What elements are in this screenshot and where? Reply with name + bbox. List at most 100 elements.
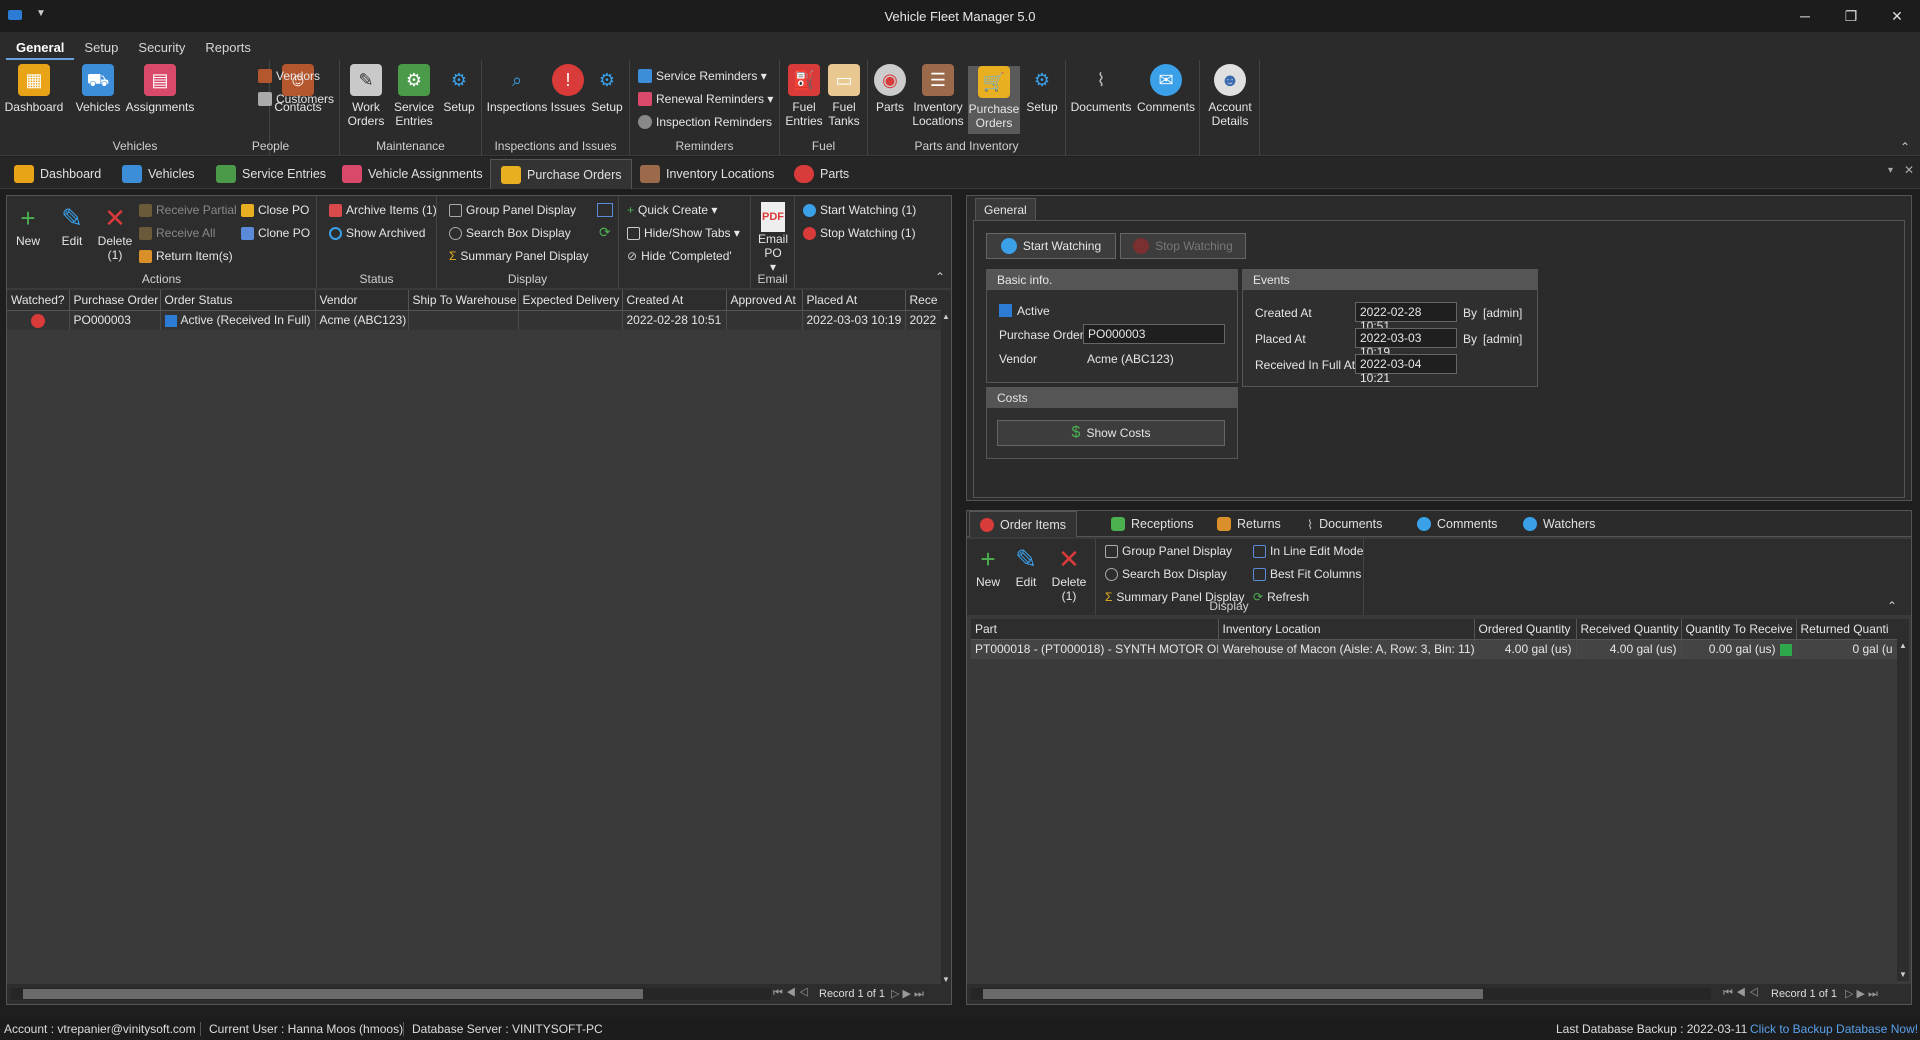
comments-button[interactable]: ✉ Comments bbox=[1134, 64, 1198, 114]
dashboard-button[interactable]: ▦ Dashboard bbox=[4, 64, 64, 114]
ribbon-tab-reports[interactable]: Reports bbox=[195, 32, 261, 60]
items-horizontal-scrollbar[interactable] bbox=[971, 988, 1711, 1000]
placed-at-field[interactable]: 2022-03-03 10:19 bbox=[1355, 328, 1457, 359]
edit-item-button[interactable]: ✎ Edit bbox=[1011, 543, 1041, 589]
tab-documents[interactable]: ⌇ Documents bbox=[1297, 511, 1392, 537]
service-reminders-button[interactable]: Service Reminders ▾ bbox=[638, 69, 767, 83]
col-quantity-to-receive[interactable]: Quantity To Receive bbox=[1681, 619, 1797, 640]
stop-watching-button[interactable]: Stop Watching bbox=[1120, 233, 1246, 259]
show-archived-button[interactable]: Show Archived bbox=[329, 226, 425, 240]
tab-returns[interactable]: Returns bbox=[1207, 511, 1291, 537]
work-orders-button[interactable]: ✎ Work Orders bbox=[344, 64, 388, 128]
record-nav-icons[interactable]: ⏮ ◀ ◁ bbox=[1723, 987, 1759, 1000]
col-placed-at[interactable]: Placed At bbox=[802, 290, 906, 311]
inspections-setup-button[interactable]: ⚙ Setup bbox=[588, 64, 626, 114]
received-at-field[interactable]: 2022-03-04 10:21 bbox=[1355, 354, 1457, 385]
vehicles-button[interactable]: ⛟ Vehicles bbox=[72, 64, 124, 114]
quick-create-button[interactable]: + Quick Create ▾ bbox=[627, 203, 717, 217]
tab-general[interactable]: General bbox=[975, 198, 1036, 220]
scroll-up-icon[interactable]: ▲ bbox=[1899, 641, 1907, 650]
best-fit-columns-button[interactable]: Best Fit Columns bbox=[1253, 567, 1361, 581]
fuel-tanks-button[interactable]: ▭ Fuel Tanks bbox=[824, 64, 864, 128]
purchase-orders-button[interactable]: 🛒 Purchase Orders bbox=[968, 66, 1020, 134]
created-by-link[interactable]: [admin] bbox=[1483, 306, 1522, 320]
tab-receptions[interactable]: Receptions bbox=[1101, 511, 1204, 537]
doc-tab-parts[interactable]: Parts bbox=[784, 159, 859, 189]
inspections-button[interactable]: ⌕ Inspections bbox=[486, 64, 548, 114]
col-purchase-order[interactable]: Purchase Order bbox=[69, 290, 161, 311]
col-received[interactable]: Rece bbox=[905, 290, 942, 311]
issues-button[interactable]: ! Issues bbox=[548, 64, 588, 114]
scroll-up-icon[interactable]: ▲ bbox=[942, 312, 950, 321]
vendors-button[interactable]: Vendors bbox=[258, 69, 320, 83]
start-watching-button[interactable]: Start Watching bbox=[986, 233, 1116, 259]
assignments-button[interactable]: ▤ Assignments bbox=[126, 64, 194, 114]
quick-access-dropdown-icon[interactable]: ▼ bbox=[36, 8, 46, 19]
email-po-button[interactable]: PDF Email PO ▾ bbox=[755, 202, 791, 274]
hide-completed-button[interactable]: ⊘ Hide 'Completed' bbox=[627, 249, 732, 263]
minimize-icon[interactable]: ─ bbox=[1782, 0, 1828, 32]
tab-list-dropdown-icon[interactable]: ▾ bbox=[1888, 165, 1893, 176]
inventory-locations-button[interactable]: ☰ Inventory Locations bbox=[910, 64, 966, 128]
refresh-icon[interactable]: ⟳ bbox=[599, 224, 611, 241]
receive-partial-button[interactable]: Receive Partial bbox=[139, 203, 237, 217]
col-expected-delivery[interactable]: Expected Delivery bbox=[518, 290, 623, 311]
return-items-button[interactable]: Return Item(s) bbox=[139, 249, 233, 263]
service-entries-button[interactable]: ⚙ Service Entries bbox=[390, 64, 438, 128]
col-returned-quantity[interactable]: Returned Quanti bbox=[1796, 619, 1898, 640]
col-approved-at[interactable]: Approved At bbox=[726, 290, 803, 311]
doc-tab-dashboard[interactable]: Dashboard bbox=[4, 159, 111, 189]
clone-po-button[interactable]: Clone PO bbox=[241, 226, 310, 240]
new-item-button[interactable]: + New bbox=[973, 543, 1003, 589]
parts-setup-button[interactable]: ⚙ Setup bbox=[1022, 64, 1062, 114]
close-po-button[interactable]: Close PO bbox=[241, 203, 309, 217]
scroll-thumb[interactable] bbox=[983, 989, 1483, 999]
doc-tab-vehicle-assignments[interactable]: Vehicle Assignments bbox=[332, 159, 493, 189]
vendor-link[interactable]: Acme (ABC123) bbox=[1087, 352, 1174, 366]
col-created-at[interactable]: Created At bbox=[622, 290, 727, 311]
summary-panel-display-button[interactable]: Σ Summary Panel Display bbox=[449, 249, 588, 263]
placed-by-link[interactable]: [admin] bbox=[1483, 332, 1522, 346]
search-box-display-button[interactable]: Search Box Display bbox=[449, 226, 571, 240]
ribbon-tab-general[interactable]: General bbox=[6, 32, 75, 60]
col-received-quantity[interactable]: Received Quantity bbox=[1576, 619, 1682, 640]
ribbon-tab-setup[interactable]: Setup bbox=[74, 32, 128, 60]
col-ship-to-warehouse[interactable]: Ship To Warehouse bbox=[408, 290, 519, 311]
start-watching-toolbar-button[interactable]: Start Watching (1) bbox=[803, 203, 916, 217]
record-nav-icons[interactable]: ⏮ ◀ ◁ bbox=[773, 987, 809, 1000]
collapse-items-toolbar-icon[interactable]: ⌃ bbox=[1887, 599, 1897, 613]
record-nav-next-icons[interactable]: ▷ ▶ ⏭ bbox=[891, 987, 924, 1001]
active-checkbox[interactable] bbox=[999, 304, 1012, 317]
tab-comments[interactable]: Comments bbox=[1407, 511, 1507, 537]
edit-po-button[interactable]: ✎ Edit bbox=[57, 202, 87, 248]
group-panel-display-button[interactable]: Group Panel Display bbox=[449, 203, 576, 217]
documents-button[interactable]: ⌇ Documents bbox=[1068, 64, 1134, 114]
close-tab-icon[interactable]: ✕ bbox=[1904, 163, 1914, 177]
archive-items-button[interactable]: Archive Items (1) bbox=[329, 203, 437, 217]
horizontal-scrollbar[interactable] bbox=[11, 988, 771, 1000]
collapse-ribbon-icon[interactable]: ⌃ bbox=[1900, 140, 1910, 154]
items-vertical-scrollbar[interactable]: ▲ ▼ bbox=[1897, 619, 1909, 981]
col-watched[interactable]: Watched? bbox=[7, 290, 70, 311]
delete-po-button[interactable]: ✕ Delete (1) bbox=[93, 202, 137, 262]
col-inventory-location[interactable]: Inventory Location bbox=[1218, 619, 1475, 640]
hide-show-tabs-button[interactable]: Hide/Show Tabs ▾ bbox=[627, 226, 740, 240]
table-row[interactable]: PO000003 Active (Received In Full) Acme … bbox=[7, 310, 942, 330]
backup-now-link[interactable]: Click to Backup Database Now! bbox=[1750, 1022, 1918, 1036]
vertical-scrollbar[interactable]: ▲ ▼ bbox=[941, 290, 951, 986]
col-vendor[interactable]: Vendor bbox=[315, 290, 409, 311]
items-group-panel-button[interactable]: Group Panel Display bbox=[1105, 544, 1232, 558]
parts-button[interactable]: ◉ Parts bbox=[872, 64, 908, 114]
restore-icon[interactable]: ❐ bbox=[1828, 0, 1874, 32]
po-field[interactable]: PO000003 bbox=[1083, 324, 1225, 344]
close-icon[interactable]: ✕ bbox=[1874, 0, 1920, 32]
maintenance-setup-button[interactable]: ⚙ Setup bbox=[440, 64, 478, 114]
cell-location-link[interactable]: Warehouse of Macon (Aisle: A, Row: 3, Bi… bbox=[1218, 639, 1475, 659]
doc-tab-inventory-locations[interactable]: Inventory Locations bbox=[630, 159, 784, 189]
account-details-button[interactable]: ☻ Account Details bbox=[1204, 64, 1256, 128]
col-ordered-quantity[interactable]: Ordered Quantity bbox=[1474, 619, 1577, 640]
inline-edit-mode-button[interactable]: In Line Edit Mode bbox=[1253, 544, 1363, 558]
fuel-entries-button[interactable]: ⛽ Fuel Entries bbox=[784, 64, 824, 128]
col-part[interactable]: Part bbox=[971, 619, 1219, 640]
renewal-reminders-button[interactable]: Renewal Reminders ▾ bbox=[638, 92, 773, 106]
